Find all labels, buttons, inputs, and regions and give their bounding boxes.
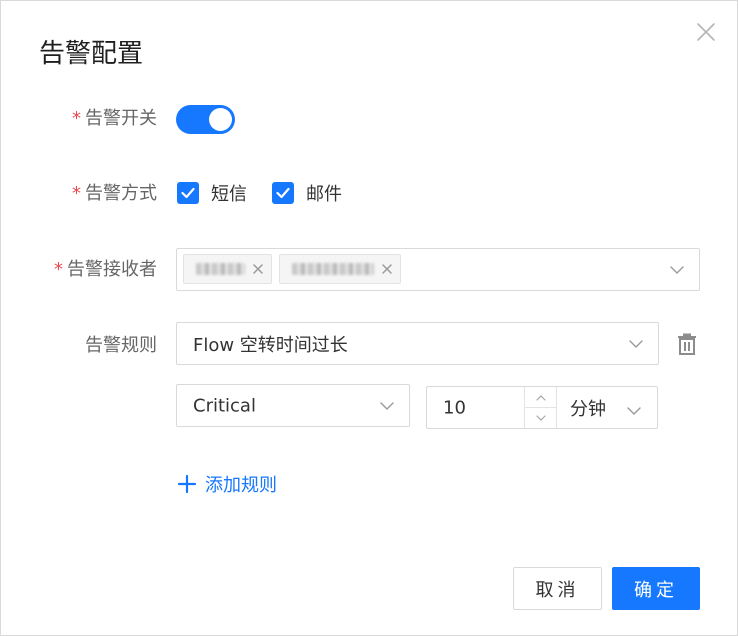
alert-switch-toggle[interactable]: [176, 105, 235, 134]
receiver-tag: [183, 254, 272, 284]
alert-switch-label-text: 告警开关: [85, 108, 157, 129]
add-rule-label: 添加规则: [205, 475, 277, 496]
rule-type-value: Flow 空转时间过长: [193, 334, 348, 356]
blurred-name: [292, 263, 374, 275]
email-checkbox[interactable]: 邮件: [272, 181, 342, 205]
receiver-tag: [279, 254, 401, 284]
alert-receivers-label: * 告警接收者: [54, 257, 157, 283]
dialog-title: 告警配置: [39, 39, 144, 69]
severity-select[interactable]: Critical: [176, 384, 410, 427]
alert-config-dialog: 告警配置 * 告警开关 * 告警方式 短信 邮件 * 告警接收者 告警规则 Fl…: [0, 0, 738, 636]
sms-checkbox-label: 短信: [211, 184, 247, 205]
email-checkbox-label: 邮件: [306, 184, 342, 205]
tag-close-icon[interactable]: [251, 262, 265, 276]
required-mark: *: [72, 108, 81, 129]
alert-rules-label-text: 告警规则: [85, 335, 157, 356]
required-mark: *: [72, 183, 81, 204]
add-rule-button[interactable]: 添加规则: [177, 471, 277, 497]
checkbox-checked-icon: [177, 182, 199, 204]
switch-knob: [209, 108, 232, 131]
chevron-down-icon[interactable]: [379, 400, 395, 412]
close-icon[interactable]: [695, 21, 717, 43]
duration-unit-value[interactable]: 分钟: [570, 395, 606, 421]
duration-stepper: [524, 387, 557, 428]
alert-method-label-text: 告警方式: [85, 183, 157, 204]
sms-checkbox[interactable]: 短信: [177, 181, 247, 205]
chevron-down-icon[interactable]: [626, 402, 642, 421]
confirm-button[interactable]: 确定: [612, 567, 700, 610]
alert-switch-label: * 告警开关: [72, 106, 157, 132]
blurred-name: [196, 263, 245, 275]
chevron-down-icon[interactable]: [628, 338, 644, 350]
chevron-down-icon[interactable]: [669, 264, 685, 276]
duration-input-group: 10 分钟: [426, 386, 658, 429]
alert-method-label: * 告警方式: [72, 181, 157, 207]
stepper-down-icon[interactable]: [525, 408, 556, 428]
alert-receivers-label-text: 告警接收者: [67, 259, 157, 280]
alert-rules-label: 告警规则: [85, 333, 157, 359]
rule-type-select[interactable]: Flow 空转时间过长: [176, 322, 659, 365]
receivers-multiselect[interactable]: [176, 248, 700, 291]
tag-close-icon[interactable]: [380, 262, 394, 276]
checkbox-checked-icon: [272, 182, 294, 204]
plus-icon: [177, 474, 197, 494]
severity-value: Critical: [193, 395, 256, 416]
duration-input[interactable]: 10: [443, 397, 466, 418]
trash-icon[interactable]: [675, 332, 699, 356]
required-mark: *: [54, 259, 63, 280]
stepper-up-icon[interactable]: [525, 387, 556, 408]
cancel-button[interactable]: 取消: [513, 567, 602, 610]
